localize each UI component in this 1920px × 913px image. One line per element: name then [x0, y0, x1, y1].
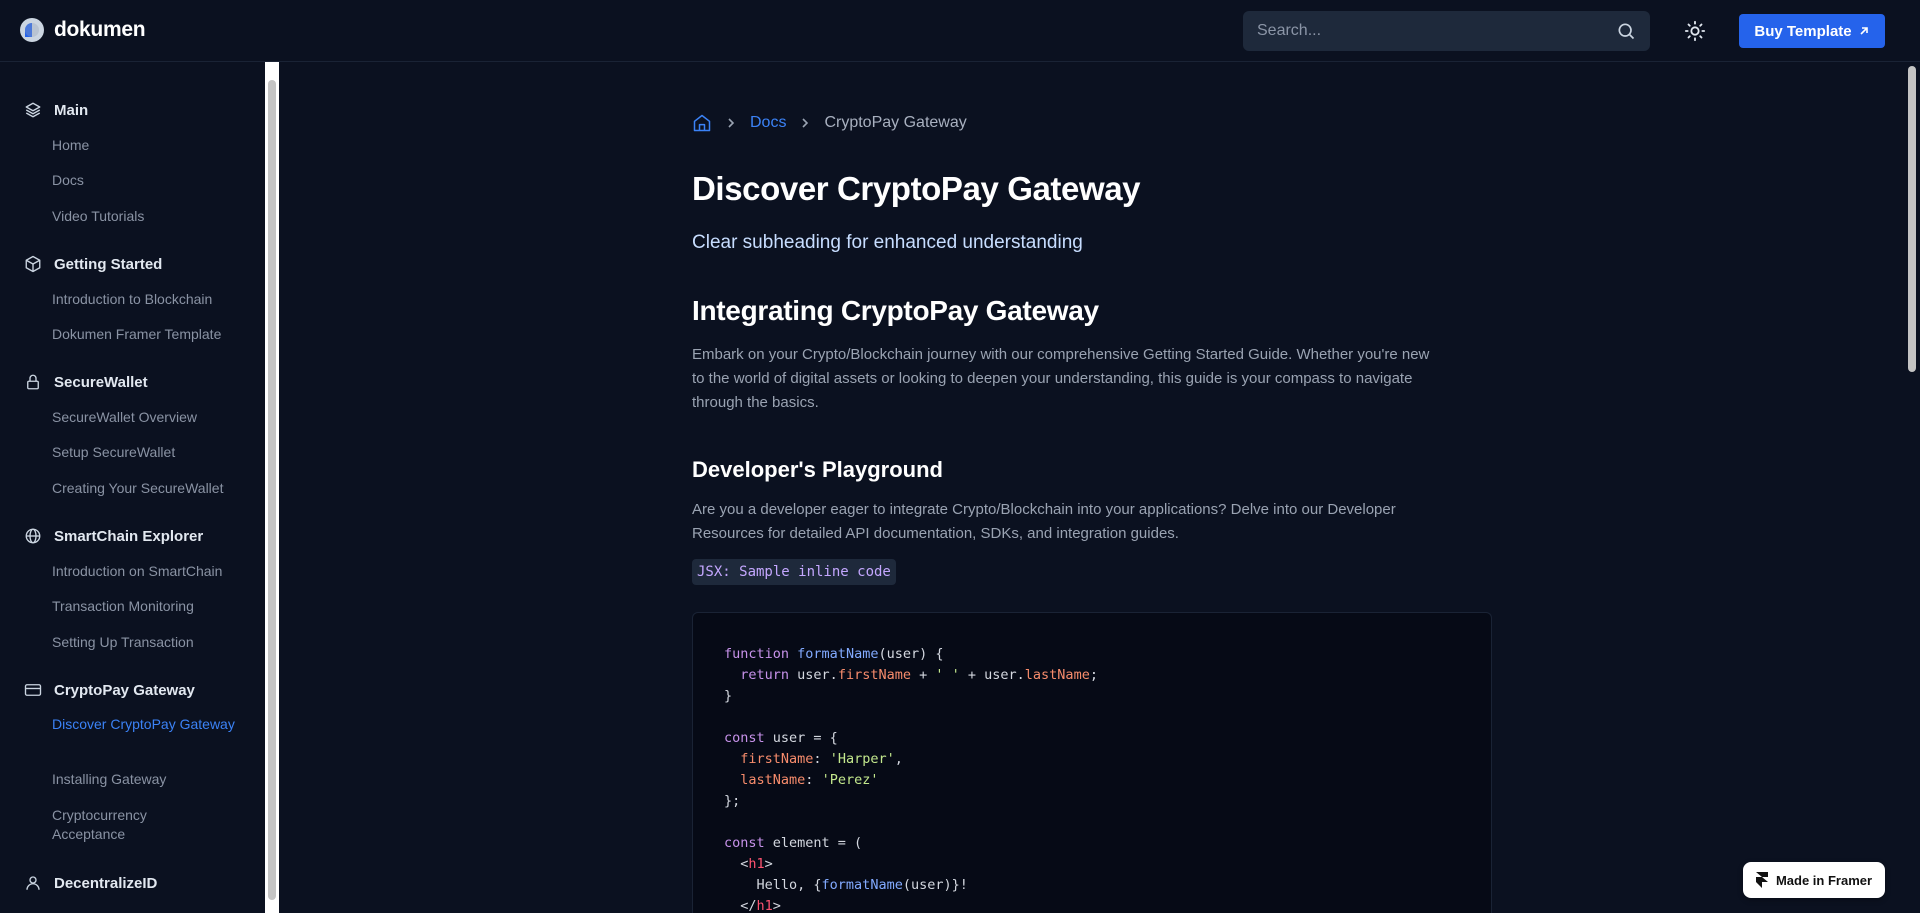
sidebar-section-header[interactable]: SecureWallet	[0, 372, 265, 392]
sidebar-item-framer-template[interactable]: Dokumen Framer Template	[52, 325, 252, 344]
logo[interactable]: dokumen	[20, 18, 146, 42]
chevron-right-icon	[728, 118, 735, 128]
sidebar-scrollbar[interactable]	[265, 62, 279, 913]
page-subheading: Clear subheading for enhanced understand…	[692, 232, 1083, 253]
buy-template-button[interactable]: Buy Template	[1739, 14, 1885, 48]
breadcrumb-current: CryptoPay Gateway	[824, 114, 967, 131]
breadcrumb: Docs CryptoPay Gateway	[692, 111, 967, 135]
user-icon	[26, 876, 40, 890]
chevron-right-icon	[802, 118, 809, 128]
developer-paragraph: Are you a developer eager to integrate C…	[692, 498, 1492, 546]
sidebar-item-creating-securewallet[interactable]: Creating Your SecureWallet	[52, 479, 252, 498]
credit-card-icon	[24, 684, 42, 696]
sidebar-section-header[interactable]: SmartChain Explorer	[0, 526, 265, 546]
sidebar-section-header[interactable]: DecentralizeID	[0, 873, 265, 893]
code-line: <h1>	[724, 856, 773, 872]
code-line: lastName: 'Perez'	[740, 772, 879, 788]
code-line: function formatName(user) {	[724, 646, 944, 662]
sidebar-section-title: Main	[54, 101, 89, 119]
code-line: </h1>	[724, 898, 781, 913]
paragraph-line: Resources for detailed API documentation…	[692, 525, 1179, 542]
sidebar: Main Home Docs Video Tutorials Getting S…	[0, 62, 265, 913]
main-scrollbar-thumb[interactable]	[1908, 66, 1916, 372]
sidebar-section-getting-started: Getting Started	[0, 254, 265, 274]
globe-icon	[25, 528, 41, 544]
sidebar-section-main: Main	[0, 100, 265, 120]
made-in-framer-badge[interactable]: Made in Framer	[1743, 862, 1885, 898]
sidebar-item-home[interactable]: Home	[52, 136, 252, 155]
top-header: dokumen Search... Buy Template	[0, 0, 1920, 62]
sidebar-section-title: SmartChain Explorer	[54, 527, 204, 545]
sun-icon	[1684, 20, 1706, 42]
code-line: Hello, {formatName(user)}!	[724, 877, 968, 893]
paragraph-line: Are you a developer eager to integrate C…	[692, 501, 1396, 518]
sidebar-item-intro-blockchain[interactable]: Introduction to Blockchain	[52, 290, 252, 309]
buy-template-label: Buy Template	[1754, 22, 1852, 40]
inline-code: JSX: Sample inline code	[692, 559, 896, 585]
sidebar-item-setup-securewallet[interactable]: Setup SecureWallet	[52, 443, 252, 462]
code-line: }	[724, 688, 733, 704]
sidebar-item-docs[interactable]: Docs	[52, 171, 252, 190]
code-line: const user = {	[724, 730, 838, 746]
sidebar-item-transaction-monitoring[interactable]: Transaction Monitoring	[52, 597, 252, 616]
sidebar-section-header[interactable]: CryptoPay Gateway	[0, 680, 265, 700]
section-heading: Integrating CryptoPay Gateway	[692, 295, 1099, 326]
made-in-framer-label: Made in Framer	[1775, 872, 1873, 888]
logo-icon	[20, 18, 44, 42]
sidebar-section-header[interactable]: Main	[0, 100, 265, 120]
paragraph-line: through the basics.	[692, 394, 819, 411]
cube-icon	[25, 255, 41, 273]
sidebar-item-video-tutorials[interactable]: Video Tutorials	[52, 207, 252, 226]
intro-paragraph: Embark on your Crypto/Blockchain journey…	[692, 343, 1492, 415]
search-placeholder: Search...	[1257, 22, 1322, 39]
arrow-up-right-icon	[1860, 27, 1868, 35]
main-scrollbar[interactable]	[1905, 62, 1920, 913]
sidebar-item-securewallet-overview[interactable]: SecureWallet Overview	[52, 408, 252, 427]
search-input[interactable]: Search...	[1243, 11, 1650, 51]
subsection-heading: Developer's Playground	[692, 457, 943, 482]
sidebar-section-title: CryptoPay Gateway	[54, 681, 195, 699]
sidebar-item-intro-smartchain[interactable]: Introduction on SmartChain	[52, 562, 252, 581]
paragraph-line: to the world of digital assets or lookin…	[692, 370, 1413, 387]
paragraph-line: Embark on your Crypto/Blockchain journey…	[692, 346, 1430, 363]
sidebar-section-title: DecentralizeID	[54, 874, 158, 892]
logo-text: dokumen	[54, 18, 146, 41]
framer-icon	[1755, 872, 1768, 888]
sidebar-section-header[interactable]: Getting Started	[0, 254, 265, 274]
home-icon[interactable]	[692, 113, 712, 133]
sidebar-item-setting-up-transaction[interactable]: Setting Up Transaction	[52, 633, 252, 652]
sidebar-section-decentralizeid: DecentralizeID	[0, 873, 265, 893]
page-title: Discover CryptoPay Gateway	[692, 170, 1141, 207]
code-line: firstName: 'Harper',	[740, 751, 903, 767]
sidebar-section-cryptopay: CryptoPay Gateway	[0, 680, 265, 700]
sidebar-item-cryptocurrency-acceptance[interactable]: Cryptocurrency Acceptance	[52, 806, 182, 844]
code-line: };	[724, 793, 741, 809]
search-icon	[1618, 23, 1635, 40]
layers-icon	[25, 102, 41, 118]
sidebar-item-discover-cryptopay[interactable]: Discover CryptoPay Gateway	[52, 715, 252, 734]
sidebar-item-installing-gateway[interactable]: Installing Gateway	[52, 770, 252, 789]
sidebar-section-smartchain: SmartChain Explorer	[0, 526, 265, 546]
breadcrumb-docs-link[interactable]: Docs	[750, 114, 786, 132]
code-block[interactable]: function formatName(user) { return user.…	[692, 612, 1492, 913]
sidebar-scrollbar-thumb[interactable]	[268, 80, 276, 900]
sidebar-section-title: SecureWallet	[54, 373, 148, 391]
code-line: return user.firstName + ' ' + user.lastN…	[740, 667, 1098, 683]
code-line: const element = (	[724, 835, 863, 851]
sidebar-section-title: Getting Started	[54, 255, 163, 273]
sidebar-section-securewallet: SecureWallet	[0, 372, 265, 392]
theme-toggle-button[interactable]	[1683, 19, 1707, 43]
lock-icon	[27, 374, 39, 390]
